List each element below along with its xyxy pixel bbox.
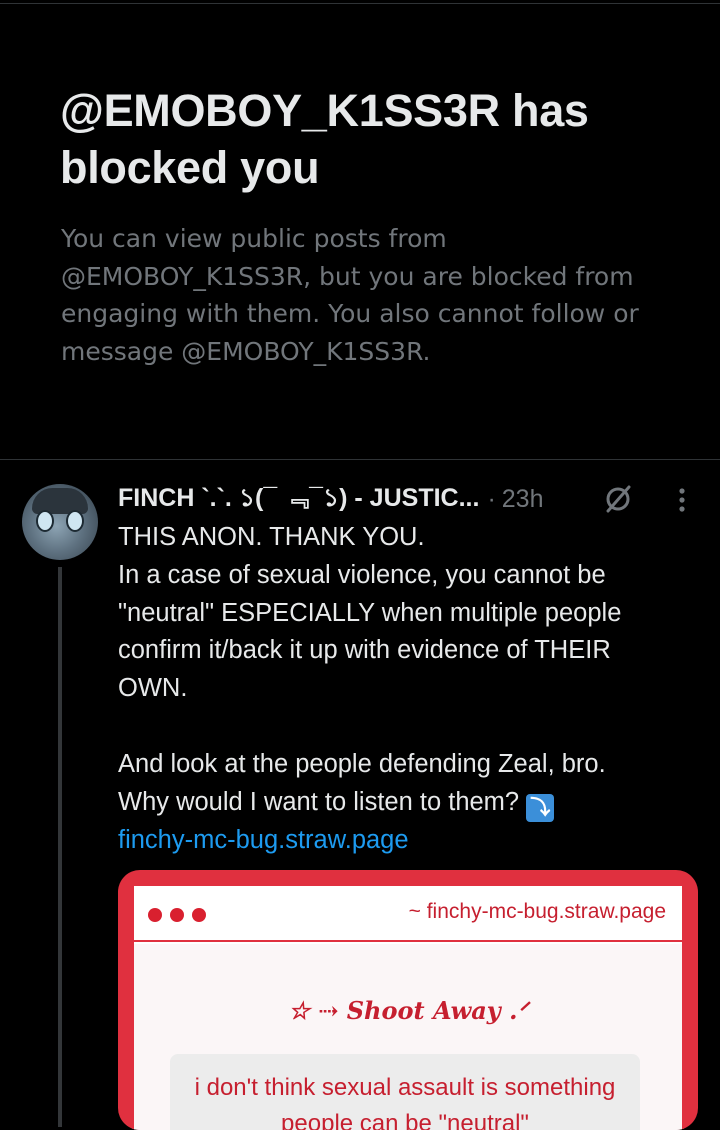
avatar-eye-left bbox=[36, 510, 54, 532]
slashed-circle-icon[interactable] bbox=[604, 481, 634, 517]
tweet-line bbox=[118, 708, 708, 746]
tweet-line: In a case of sexual violence, you cannot… bbox=[118, 560, 606, 589]
time-separator: · bbox=[487, 484, 496, 513]
card-title-bar: ~ finchy-mc-bug.straw.page bbox=[134, 886, 682, 942]
thread-line bbox=[58, 567, 62, 1127]
tweet-text: THIS ANON. THANK YOU. In a case of sexua… bbox=[118, 519, 708, 859]
tweet-line: confirm it/back it up with evidence of T… bbox=[118, 636, 611, 665]
tweet-line: OWN. bbox=[118, 674, 188, 703]
quote-box: i don't think sexual assault is somethin… bbox=[170, 1054, 640, 1130]
card-body: ☆ ⇢ Shoot Away .ᐟ i don't think sexual a… bbox=[134, 944, 682, 1130]
tweet-header: FINCH `.`. ১(¯ ﹃¯১) - JUSTIC... · 23h bbox=[118, 481, 708, 517]
tweet[interactable]: FINCH `.`. ১(¯ ﹃¯১) - JUSTIC... · 23h TH… bbox=[0, 461, 720, 1130]
window-dot-icon bbox=[170, 908, 184, 922]
avatar[interactable] bbox=[22, 484, 98, 560]
quote-text: i don't think sexual assault is somethin… bbox=[194, 1074, 616, 1130]
tweet-line: THIS ANON. THANK YOU. bbox=[118, 523, 425, 551]
tweet-line: Why would I want to listen to them? ⤵ bbox=[118, 784, 708, 822]
blocked-title: @EMOBOY_K1SS3R has blocked you bbox=[60, 85, 589, 193]
tweet-last-line: Why would I want to listen to them? bbox=[118, 787, 520, 816]
more-vertical-icon[interactable] bbox=[670, 485, 694, 515]
author-name[interactable]: FINCH `.`. ১(¯ ﹃¯১) - JUSTIC... bbox=[118, 478, 479, 521]
post-time[interactable]: 23h bbox=[502, 485, 544, 514]
card-window: ~ finchy-mc-bug.straw.page ☆ ⇢ Shoot Awa… bbox=[132, 884, 684, 1130]
tweet-link[interactable]: finchy-mc-bug.straw.page bbox=[118, 826, 409, 854]
window-dot-icon bbox=[148, 908, 162, 922]
tweet-line: finchy-mc-bug.straw.page bbox=[118, 822, 708, 860]
window-dot-icon bbox=[192, 908, 206, 922]
tweet-line: And look at the people defending Zeal, b… bbox=[118, 749, 606, 778]
card-url: ~ finchy-mc-bug.straw.page bbox=[408, 900, 666, 923]
avatar-eye-right bbox=[66, 510, 84, 532]
link-preview-card[interactable]: ~ finchy-mc-bug.straw.page ☆ ⇢ Shoot Awa… bbox=[118, 870, 698, 1130]
card-heading: ☆ ⇢ Shoot Away .ᐟ bbox=[288, 996, 528, 1025]
blocked-notice: @EMOBOY_K1SS3R has blocked you You can v… bbox=[0, 0, 720, 460]
arrow-down-emoji-icon: ⤵ bbox=[526, 793, 555, 822]
tweet-line: "neutral" ESPECIALLY when multiple peopl… bbox=[118, 598, 622, 627]
blocked-description: You can view public posts from @EMOBOY_K… bbox=[61, 224, 639, 366]
